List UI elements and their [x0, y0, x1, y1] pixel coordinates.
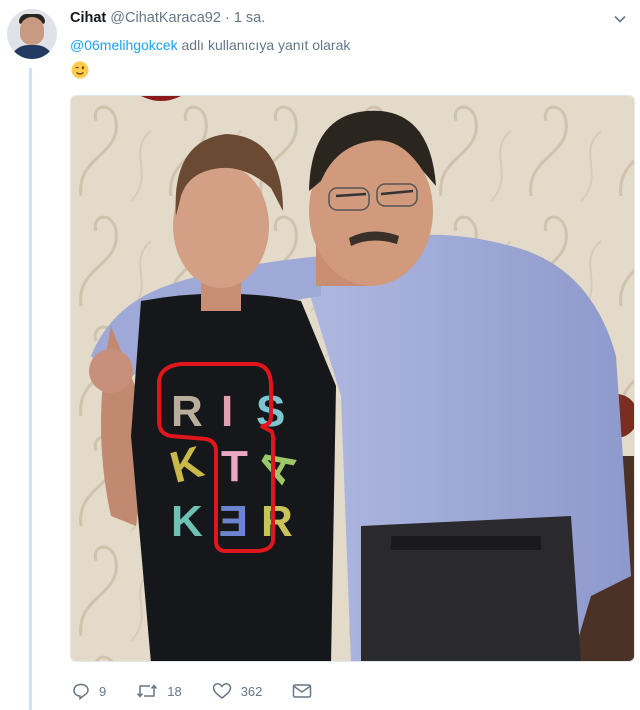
envelope-icon — [293, 684, 312, 698]
avatar[interactable] — [7, 9, 57, 59]
retweet-count: 18 — [167, 683, 182, 699]
reply-icon — [73, 683, 89, 700]
tweet-photo[interactable]: R I S K T A K E R — [70, 95, 635, 662]
heart-icon — [212, 683, 231, 699]
user-handle[interactable]: @CihatKaraca92 — [110, 10, 221, 26]
shirt-letter: E — [219, 497, 248, 546]
shirt-letter: R — [171, 387, 203, 436]
retweet-icon — [137, 684, 158, 698]
chevron-down-icon[interactable] — [613, 12, 627, 26]
reply-context-text: adlı kullanıcıya yanıt olarak — [177, 37, 351, 53]
shirt-letter: T — [221, 442, 248, 491]
separator-dot: · — [224, 10, 230, 26]
tweet-header: Cihat @CihatKaraca92 · 1 sa. — [70, 10, 265, 26]
shirt-letter: R — [261, 497, 293, 546]
thread-line — [29, 68, 32, 710]
retweet-button[interactable]: 18 — [136, 682, 182, 700]
shirt-letter: K — [171, 497, 203, 546]
tweet-actions: 9 18 362 — [72, 680, 351, 702]
reply-count: 9 — [99, 683, 107, 699]
direct-message-button[interactable] — [292, 683, 321, 699]
wink-face-emoji-icon — [71, 61, 89, 79]
reply-context: @06melihgokcek adlı kullanıcıya yanıt ol… — [70, 37, 350, 53]
reply-mention-link[interactable]: @06melihgokcek — [70, 37, 178, 53]
reply-button[interactable]: 9 — [72, 682, 106, 700]
display-name[interactable]: Cihat — [70, 10, 106, 26]
timestamp[interactable]: 1 sa. — [234, 10, 265, 26]
like-button[interactable]: 362 — [212, 682, 263, 700]
like-count: 362 — [240, 683, 263, 699]
shirt-letter: I — [221, 387, 233, 436]
